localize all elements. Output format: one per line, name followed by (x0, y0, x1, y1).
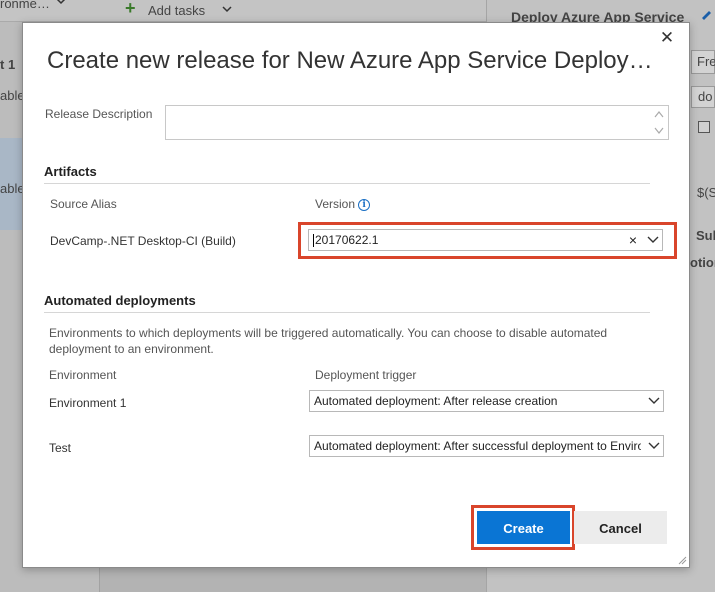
artifacts-divider (44, 183, 650, 184)
environment-header: Environment (49, 368, 117, 382)
deployment-trigger-select[interactable]: Automated deployment: After successful d… (309, 435, 664, 457)
deployment-trigger-value: Automated deployment: After successful d… (314, 439, 641, 453)
deployment-trigger-value: Automated deployment: After release crea… (314, 394, 558, 408)
chevron-down-icon[interactable] (646, 391, 662, 411)
chevron-down-icon (56, 0, 66, 5)
artifacts-heading: Artifacts (44, 164, 97, 179)
chevron-down-icon (222, 6, 232, 13)
background-right-snippet: $(S (697, 185, 715, 200)
background-right-snippet: otion (690, 255, 715, 270)
deployment-trigger-select[interactable]: Automated deployment: After release crea… (309, 390, 664, 412)
background-right-snippet: Sub (696, 228, 715, 243)
deployment-trigger-header: Deployment trigger (315, 368, 417, 382)
cancel-button[interactable]: Cancel (574, 511, 667, 544)
source-alias-header: Source Alias (50, 197, 117, 211)
background-left-snippet: able (0, 88, 25, 103)
version-combobox[interactable]: 20170622.1 × (308, 229, 663, 251)
background-right-snippet: Fre (697, 54, 715, 69)
background-left-snippet: able (0, 181, 25, 196)
clear-icon[interactable]: × (627, 230, 639, 250)
version-value: 20170622.1 (315, 233, 379, 247)
pencil-icon (702, 11, 711, 20)
version-header-text: Version (315, 197, 356, 211)
background-right-snippet: do (698, 89, 713, 104)
automated-deployments-description: Environments to which deployments will b… (49, 326, 608, 356)
release-description-input[interactable] (165, 105, 669, 140)
resize-grip-icon[interactable] (677, 555, 687, 565)
version-header: Version i (315, 197, 371, 211)
info-icon[interactable]: i (358, 198, 371, 211)
close-icon[interactable]: ✕ (658, 29, 676, 47)
add-tasks-label: Add tasks (148, 3, 206, 18)
background-toolbar-text: ronme… (0, 0, 50, 11)
environment-name: Test (49, 441, 72, 455)
chevron-down-icon[interactable] (645, 230, 661, 250)
chevron-down-icon[interactable] (646, 436, 662, 456)
textarea-scroll-arrows[interactable] (653, 109, 665, 137)
plus-icon: + (125, 0, 136, 18)
automated-deployments-divider (44, 312, 650, 313)
background-checkbox (698, 121, 710, 133)
release-description-label: Release Description (45, 107, 153, 121)
create-release-dialog: ✕ Create new release for New Azure App S… (22, 22, 690, 568)
environment-name: Environment 1 (49, 396, 127, 410)
background-left-snippet: t 1 (0, 57, 16, 72)
dialog-title: Create new release for New Azure App Ser… (47, 47, 667, 74)
automated-deployments-heading: Automated deployments (44, 293, 196, 308)
artifact-source-alias: DevCamp-.NET Desktop-CI (Build) (50, 234, 236, 248)
create-button[interactable]: Create (477, 511, 570, 544)
